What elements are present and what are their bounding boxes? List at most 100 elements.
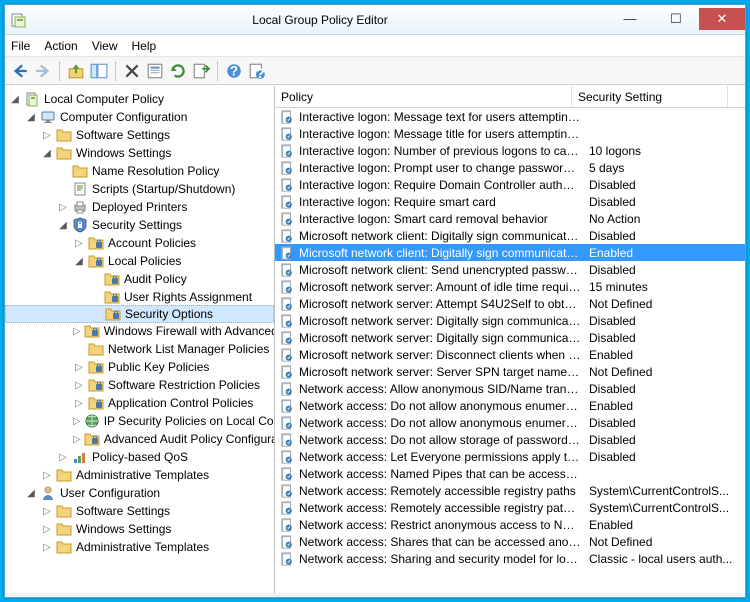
tree-node[interactable]: Security Settings [5,216,274,234]
tree-node[interactable]: Advanced Audit Policy Configura [5,430,274,448]
policy-row[interactable]: Network access: Named Pipes that can be … [275,465,745,482]
close-button[interactable]: ✕ [699,8,745,30]
tree-node[interactable]: Audit Policy [5,270,274,288]
tree-node[interactable]: Network List Manager Policies [5,340,274,358]
expand-icon[interactable] [41,470,53,481]
tree-node[interactable]: Windows Firewall with Advanced [5,322,274,340]
show-hide-tree-icon[interactable] [90,62,108,80]
tree-node[interactable]: User Configuration [5,484,274,502]
policy-row[interactable]: Microsoft network client: Send unencrypt… [275,261,745,278]
expand-icon[interactable] [73,434,81,445]
policy-row[interactable]: Network access: Let Everyone permissions… [275,448,745,465]
policy-row[interactable]: Interactive logon: Smart card removal be… [275,210,745,227]
tree-node[interactable]: User Rights Assignment [5,288,274,306]
column-security-setting[interactable]: Security Setting [572,86,728,107]
tree-node[interactable]: Local Computer Policy [5,90,274,108]
policy-row[interactable]: Network access: Do not allow anonymous e… [275,414,745,431]
policy-row[interactable]: Interactive logon: Message title for use… [275,125,745,142]
menu-file[interactable]: File [11,39,30,53]
tree-node[interactable]: Software Settings [5,126,274,144]
collapse-icon[interactable] [41,148,53,159]
tree-label: Local Computer Policy [43,92,164,106]
policy-row[interactable]: Interactive logon: Number of previous lo… [275,142,745,159]
expand-icon[interactable] [73,416,81,427]
tree-node[interactable]: Policy-based QoS [5,448,274,466]
policy-row[interactable]: Microsoft network server: Attempt S4U2Se… [275,295,745,312]
titlebar[interactable]: Local Group Policy Editor — ☐ ✕ [5,5,745,35]
tree-node[interactable]: Public Key Policies [5,358,274,376]
menu-help[interactable]: Help [132,39,157,53]
policy-row[interactable]: Network access: Allow anonymous SID/Name… [275,380,745,397]
policy-row[interactable]: Interactive logon: Message text for user… [275,108,745,125]
policy-row[interactable]: Network access: Restrict anonymous acces… [275,516,745,533]
policy-row[interactable]: Network access: Do not allow anonymous e… [275,397,745,414]
menu-view[interactable]: View [92,39,118,53]
tree-node[interactable]: Security Options [5,305,274,323]
policy-name: Interactive logon: Number of previous lo… [299,144,589,158]
delete-icon[interactable] [123,62,141,80]
collapse-icon[interactable] [25,488,37,499]
expand-icon[interactable] [41,524,53,535]
collapse-icon[interactable] [25,112,37,123]
forward-icon[interactable] [34,62,52,80]
tree-node[interactable]: Name Resolution Policy [5,162,274,180]
tree-node[interactable]: Deployed Printers [5,198,274,216]
tree-label: User Configuration [59,486,160,500]
minimize-button[interactable]: — [607,8,653,30]
tree-pane[interactable]: Local Computer Policy Computer Configurat… [5,86,275,593]
export-list-icon[interactable] [192,62,210,80]
policy-row[interactable]: Network access: Shares that can be acces… [275,533,745,550]
tree-node[interactable]: IP Security Policies on Local Com [5,412,274,430]
expand-icon[interactable] [73,398,85,409]
tree-node[interactable]: Windows Settings [5,520,274,538]
policy-row[interactable]: Microsoft network server: Amount of idle… [275,278,745,295]
policy-row[interactable]: Interactive logon: Require Domain Contro… [275,176,745,193]
policy-row[interactable]: Network access: Remotely accessible regi… [275,482,745,499]
collapse-icon[interactable] [57,220,69,231]
expand-icon[interactable] [73,362,85,373]
list-body[interactable]: Interactive logon: Message text for user… [275,108,745,593]
expand-icon[interactable] [41,506,53,517]
policy-icon [279,314,295,328]
policy-row[interactable]: Interactive logon: Require smart cardDis… [275,193,745,210]
policy-row[interactable]: Network access: Remotely accessible regi… [275,499,745,516]
maximize-button[interactable]: ☐ [653,8,699,30]
expand-icon[interactable] [73,380,85,391]
policy-row[interactable]: Microsoft network server: Digitally sign… [275,329,745,346]
tree-node[interactable]: Administrative Templates [5,466,274,484]
policy-row[interactable]: Network access: Sharing and security mod… [275,550,745,567]
window-title: Local Group Policy Editor [33,13,607,27]
collapse-icon[interactable] [9,94,21,105]
tree-node[interactable]: Software Settings [5,502,274,520]
tree-node[interactable]: Computer Configuration [5,108,274,126]
expand-icon[interactable] [73,326,81,337]
expand-icon[interactable] [73,238,85,249]
up-level-icon[interactable] [67,62,85,80]
tree-node[interactable]: Local Policies [5,252,274,270]
policy-row[interactable]: Network access: Do not allow storage of … [275,431,745,448]
help-topic-icon[interactable]: ? [248,62,266,80]
expand-icon[interactable] [57,452,69,463]
tree-node[interactable]: Administrative Templates [5,538,274,556]
tree-node[interactable]: Software Restriction Policies [5,376,274,394]
column-policy[interactable]: Policy [275,86,572,107]
policy-row[interactable]: Microsoft network client: Digitally sign… [275,227,745,244]
expand-icon[interactable] [57,202,69,213]
policy-row[interactable]: Microsoft network server: Disconnect cli… [275,346,745,363]
tree-node[interactable]: Windows Settings [5,144,274,162]
help-icon[interactable]: ? [225,62,243,80]
policy-row[interactable]: Microsoft network server: Server SPN tar… [275,363,745,380]
tree-node[interactable]: Scripts (Startup/Shutdown) [5,180,274,198]
tree-node[interactable]: Application Control Policies [5,394,274,412]
policy-row[interactable]: Microsoft network server: Digitally sign… [275,312,745,329]
policy-row[interactable]: Interactive logon: Prompt user to change… [275,159,745,176]
refresh-icon[interactable] [169,62,187,80]
expand-icon[interactable] [41,542,53,553]
policy-row[interactable]: Microsoft network client: Digitally sign… [275,244,745,261]
properties-icon[interactable] [146,62,164,80]
back-icon[interactable] [11,62,29,80]
expand-icon[interactable] [41,130,53,141]
tree-node[interactable]: Account Policies [5,234,274,252]
menu-action[interactable]: Action [44,39,77,53]
collapse-icon[interactable] [73,256,85,267]
